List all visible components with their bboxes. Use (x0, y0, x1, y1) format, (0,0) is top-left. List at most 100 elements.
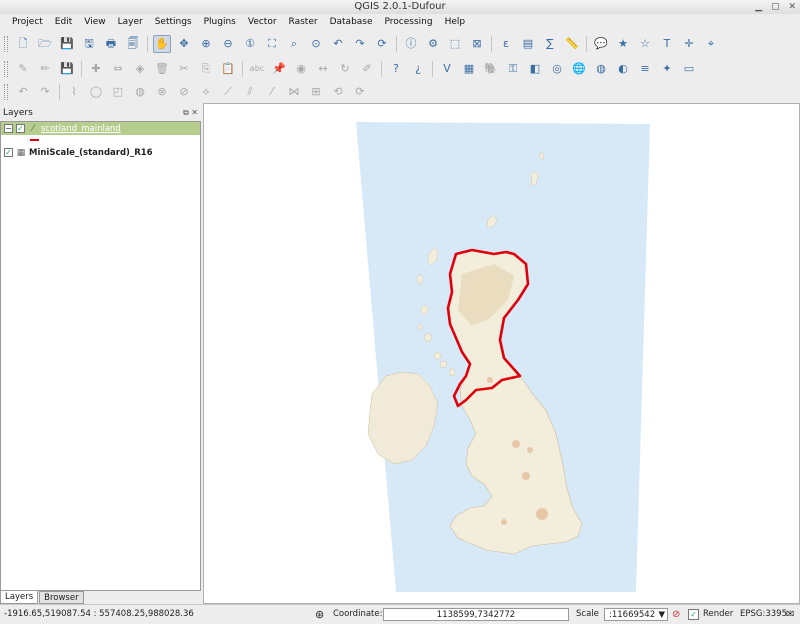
zoom-actual-size-icon[interactable]: ① (241, 35, 259, 53)
split-parts-icon[interactable]: ⁄ (263, 83, 281, 101)
toolbar-grip[interactable] (4, 83, 8, 100)
layer-row-miniscale[interactable]: ✓ ▦ MiniScale_(standard)_R16 (1, 146, 200, 159)
zoom-in-icon[interactable]: ⊕ (197, 35, 215, 53)
statistical-summary-icon[interactable]: ∑ (541, 35, 559, 53)
menu-edit[interactable]: Edit (49, 15, 78, 30)
undo-icon[interactable]: ↶ (14, 83, 32, 101)
map-canvas[interactable] (203, 103, 800, 604)
panel-float-close-icon[interactable]: ⧉ ✕ (183, 106, 198, 120)
refresh-icon[interactable]: ⟳ (373, 35, 391, 53)
toolbar-grip[interactable] (4, 35, 8, 52)
run-feature-action-icon[interactable]: ⚙ (424, 35, 442, 53)
menu-project[interactable]: Project (6, 15, 49, 30)
reshape-features-icon[interactable]: ⟡ (197, 83, 215, 101)
delete-ring-icon[interactable]: ⊗ (153, 83, 171, 101)
paste-features-icon[interactable]: 📋 (219, 60, 237, 78)
merge-attributes-icon[interactable]: ⊞ (307, 83, 325, 101)
label-tool-icon[interactable]: abc (248, 60, 266, 78)
copy-features-icon[interactable]: ⎘ (197, 60, 215, 78)
render-checkbox[interactable]: ✓ (688, 609, 699, 620)
menu-settings[interactable]: Settings (149, 15, 198, 30)
current-edits-icon[interactable]: ✎ (14, 60, 32, 78)
split-features-icon[interactable]: ⫽ (241, 83, 259, 101)
layer-visibility-checkbox[interactable]: ✓ (16, 124, 25, 133)
add-raster-layer-icon[interactable]: ▦ (460, 60, 478, 78)
new-print-composer-icon[interactable]: 🖶 (102, 35, 120, 53)
tab-layers[interactable]: Layers (0, 591, 39, 604)
text-annotation-icon[interactable]: T (658, 35, 676, 53)
menu-processing[interactable]: Processing (379, 15, 439, 30)
composer-manager-icon[interactable]: 🗐 (124, 35, 142, 53)
map-tips-icon[interactable]: 💬 (592, 35, 610, 53)
menu-database[interactable]: Database (324, 15, 379, 30)
cut-features-icon[interactable]: ✂ (175, 60, 193, 78)
merge-features-icon[interactable]: ⋈ (285, 83, 303, 101)
menu-layer[interactable]: Layer (112, 15, 149, 30)
delete-part-icon[interactable]: ⊘ (175, 83, 193, 101)
menu-help[interactable]: Help (439, 15, 472, 30)
offset-curve-icon[interactable]: ⟋ (219, 83, 237, 101)
new-bookmark-icon[interactable]: ★ (614, 35, 632, 53)
coordinate-field[interactable]: 1138599,7342772 (383, 608, 569, 621)
tab-browser[interactable]: Browser (39, 591, 84, 604)
zoom-last-icon[interactable]: ↶ (329, 35, 347, 53)
add-feature-icon[interactable]: ✚ (87, 60, 105, 78)
pan-icon[interactable]: ✋ (153, 34, 171, 53)
save-layer-edits-icon[interactable]: 💾 (58, 60, 76, 78)
new-project-icon[interactable]: 🗋 (14, 35, 32, 53)
open-attribute-table-icon[interactable]: ▤ (519, 35, 537, 53)
layer-row-scotland-mainland[interactable]: − ✓ ⁄ scotland_mainland (1, 122, 200, 135)
show-labels-icon[interactable]: ◉ (292, 60, 310, 78)
toggle-extents-icon[interactable]: ⊛ (315, 605, 324, 624)
redo-icon[interactable]: ↷ (36, 83, 54, 101)
scale-combobox[interactable]: :11669542 ▼ (604, 608, 668, 621)
collapse-icon[interactable]: − (4, 124, 13, 133)
menu-view[interactable]: View (78, 15, 111, 30)
rotate-point-symbols-icon[interactable]: ⟲ (329, 83, 347, 101)
delete-selected-icon[interactable]: 🗑 (153, 60, 171, 78)
add-spatialite-layer-icon[interactable]: ⚿ (504, 60, 522, 78)
stop-render-icon[interactable]: ⊘ (672, 605, 680, 624)
add-mssql-layer-icon[interactable]: ◧ (526, 60, 544, 78)
show-bookmarks-icon[interactable]: ☆ (636, 35, 654, 53)
add-vector-layer-icon[interactable]: V (438, 60, 456, 78)
identify-icon[interactable]: ⓘ (402, 35, 420, 53)
measure-line-icon[interactable]: 📏 (563, 35, 581, 53)
minimize-icon[interactable]: ▁ (755, 2, 762, 12)
maximize-icon[interactable]: ▢ (771, 2, 780, 12)
add-wcs-layer-icon[interactable]: ◍ (592, 60, 610, 78)
zoom-to-layer-icon[interactable]: ⊙ (307, 35, 325, 53)
simplify-feature-icon[interactable]: ⌇ (65, 83, 83, 101)
crs-status[interactable]: EPSG:3395 (740, 605, 787, 624)
message-log-icon[interactable]: ✉ (786, 605, 794, 624)
toolbar-grip[interactable] (4, 60, 8, 77)
coordinate-capture-icon[interactable]: ✛ (680, 35, 698, 53)
add-oracle-layer-icon[interactable]: ◎ (548, 60, 566, 78)
deselect-icon[interactable]: ⊠ (468, 35, 486, 53)
add-postgis-layer-icon[interactable]: 🐘 (482, 60, 500, 78)
pan-to-selection-icon[interactable]: ✥ (175, 35, 193, 53)
close-icon[interactable]: ✕ (788, 2, 796, 12)
whats-this-icon[interactable]: ¿ (409, 60, 427, 78)
change-label-icon[interactable]: ✐ (358, 60, 376, 78)
add-wms-layer-icon[interactable]: 🌐 (570, 60, 588, 78)
pin-labels-icon[interactable]: 📌 (270, 60, 288, 78)
add-wfs-layer-icon[interactable]: ◐ (614, 60, 632, 78)
save-project-icon[interactable]: 💾 (58, 35, 76, 53)
zoom-to-selection-icon[interactable]: ⌕ (285, 35, 303, 53)
add-delimited-text-icon[interactable]: ≡ (636, 60, 654, 78)
field-calculator-icon[interactable]: ε (497, 35, 515, 53)
zoom-out-icon[interactable]: ⊖ (219, 35, 237, 53)
add-ring-icon[interactable]: ◯ (87, 83, 105, 101)
layer-visibility-checkbox[interactable]: ✓ (4, 148, 13, 157)
remove-layer-icon[interactable]: ▭ (680, 60, 698, 78)
new-shapefile-layer-icon[interactable]: ✦ (658, 60, 676, 78)
open-project-icon[interactable]: 🗁 (36, 35, 54, 53)
toggle-editing-icon[interactable]: ✏ (36, 60, 54, 78)
menu-plugins[interactable]: Plugins (198, 15, 242, 30)
node-tool-icon[interactable]: ◈ (131, 60, 149, 78)
move-label-icon[interactable]: ↔ (314, 60, 332, 78)
zoom-full-icon[interactable]: ⛶ (263, 35, 281, 53)
rotate-label-icon[interactable]: ↻ (336, 60, 354, 78)
chevron-down-icon[interactable]: ▼ (658, 609, 665, 621)
